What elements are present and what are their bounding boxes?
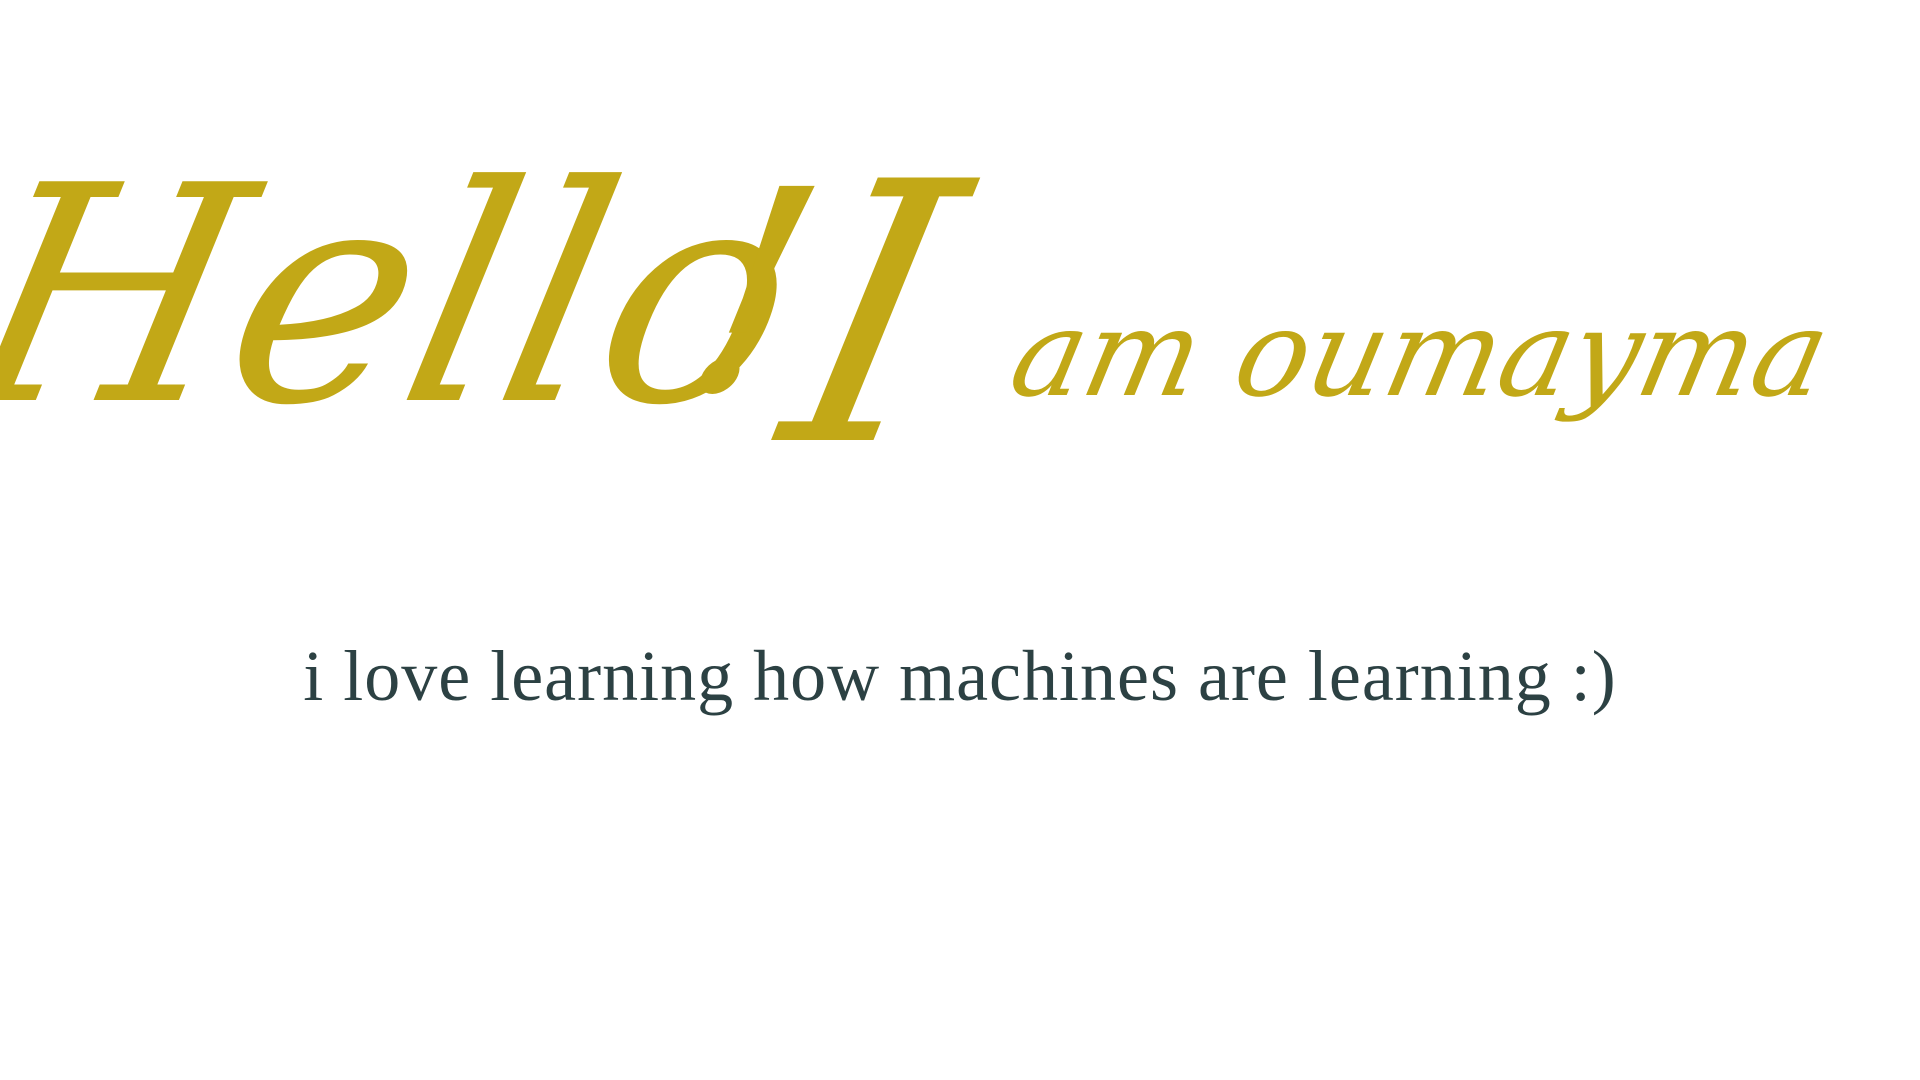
greeting-heading: Hello ! I am oumayma [0,0,1920,600]
tagline: i love learning how machines are learnin… [303,636,1617,716]
greeting-heading-svg: Hello ! I am oumayma [0,106,1841,525]
greeting-name: am oumayma [1000,283,1841,423]
hero-section: Hello ! I am oumayma i love learning how… [0,0,1920,1080]
